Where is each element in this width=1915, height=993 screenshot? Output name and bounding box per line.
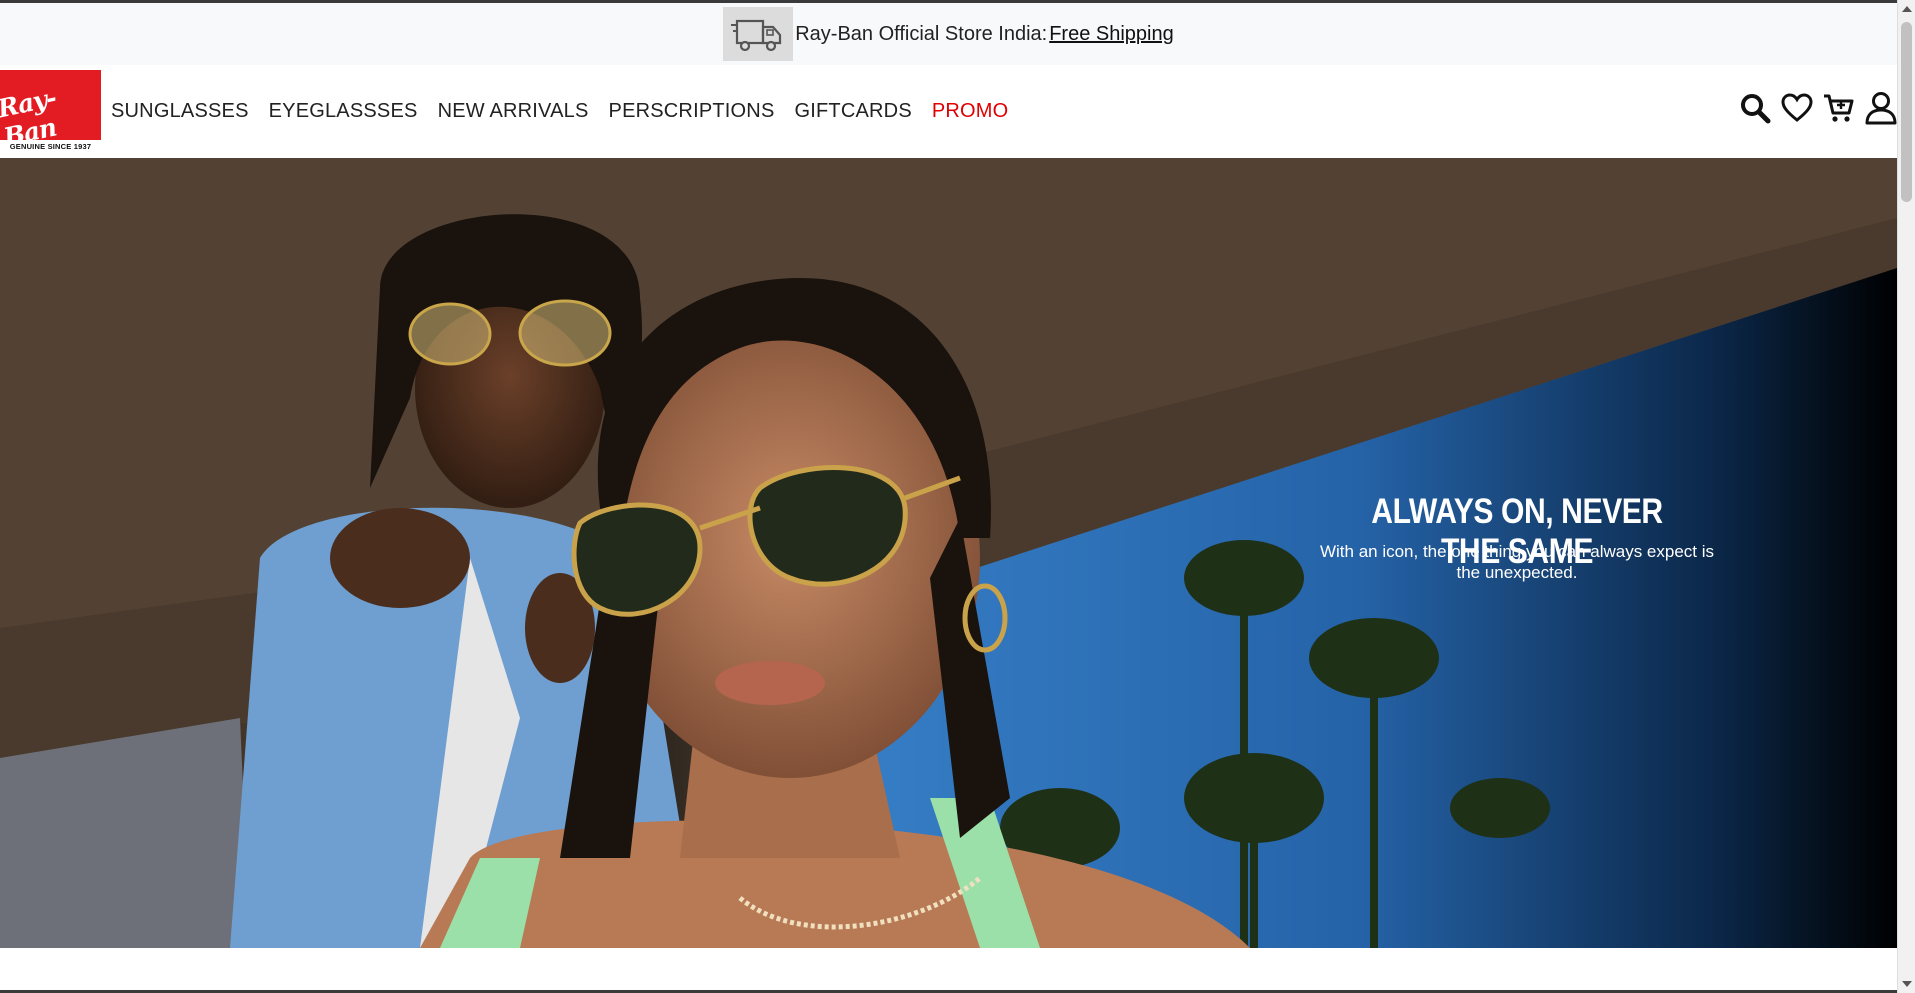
scroll-up-arrow-icon[interactable]: [1902, 6, 1912, 12]
nav-item-prescriptions[interactable]: PERSCRIPTIONS: [609, 100, 775, 123]
free-shipping-link[interactable]: Free Shipping: [1049, 23, 1174, 46]
truck-icon: [723, 7, 794, 61]
nav-icons: [1739, 91, 1897, 125]
nav-item-eyeglasses[interactable]: EYEGLASSSES: [269, 100, 418, 123]
user-icon[interactable]: [1865, 91, 1897, 125]
nav-item-sunglasses[interactable]: SUNGLASSES: [111, 100, 249, 123]
hero-banner[interactable]: ALWAYS ON, NEVER THE SAME With an icon, …: [0, 158, 1897, 948]
scroll-down-arrow-icon[interactable]: [1902, 981, 1912, 987]
scroll-thumb[interactable]: [1901, 22, 1912, 202]
cart-icon[interactable]: [1823, 91, 1855, 125]
announcement-bar: Ray-Ban Official Store India: Free Shipp…: [0, 3, 1897, 65]
nav-item-new-arrivals[interactable]: NEW ARRIVALS: [438, 100, 589, 123]
nav-menu: SUNGLASSES EYEGLASSSES NEW ARRIVALS PERS…: [111, 100, 1028, 123]
main-navbar: Ray-Ban GENUINE SINCE 1937 SUNGLASSES EY…: [0, 65, 1897, 158]
nav-item-promo[interactable]: PROMO: [932, 100, 1009, 123]
announcement-text: Ray-Ban Official Store India:: [795, 22, 1048, 45]
nav-item-giftcards[interactable]: GIFTCARDS: [795, 100, 912, 123]
page-scrollbar[interactable]: [1897, 0, 1915, 993]
heart-icon[interactable]: [1781, 91, 1813, 125]
search-icon[interactable]: [1739, 91, 1771, 125]
logo-tagline: GENUINE SINCE 1937: [0, 139, 101, 154]
rayban-logo[interactable]: Ray-Ban GENUINE SINCE 1937: [0, 69, 101, 154]
hero-subline: With an icon, the one thing you can alwa…: [1319, 542, 1715, 582]
